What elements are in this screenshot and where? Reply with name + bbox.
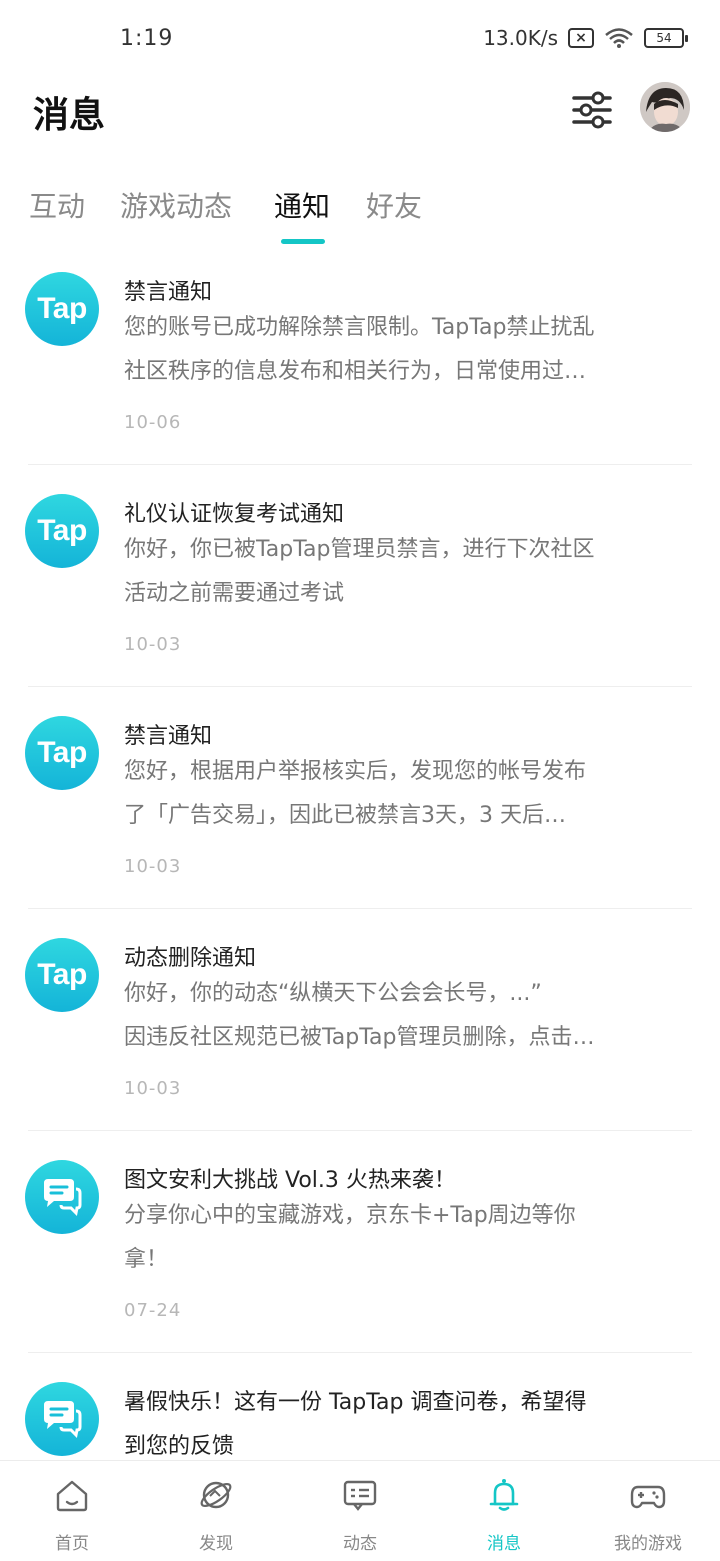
chat-bubble-icon bbox=[25, 1160, 99, 1234]
notification-title: 禁言通知 bbox=[124, 724, 213, 749]
chat-bubble-glyph bbox=[44, 1401, 82, 1439]
tap-logo-text: Tap bbox=[37, 514, 87, 547]
nav-home[interactable]: 首页 bbox=[12, 1461, 132, 1561]
notification-body-line: 你好，你的动态“纵横天下公会会长号，...” bbox=[124, 981, 542, 1006]
notification-body-line: 因违反社区规范已被TapTap管理员删除，点击… bbox=[124, 1025, 595, 1050]
chat-bubble-icon bbox=[25, 1382, 99, 1456]
divider bbox=[28, 686, 692, 687]
notification-body-line: 拿！ bbox=[124, 1247, 169, 1272]
notification-title: 暑假快乐！这有一份 TapTap 调查问卷，希望得 bbox=[124, 1390, 587, 1415]
divider bbox=[28, 464, 692, 465]
planet-icon bbox=[200, 1481, 232, 1509]
divider bbox=[28, 1130, 692, 1131]
nav-label: 发现 bbox=[199, 1534, 233, 1554]
page-title: 消息 bbox=[33, 95, 106, 136]
notification-date: 10-03 bbox=[124, 634, 182, 655]
nav-my-games[interactable]: 我的游戏 bbox=[588, 1461, 708, 1561]
list-item[interactable]: Tap 礼仪认证恢复考试通知 你好，你已被TapTap管理员禁言，进行下次社区 … bbox=[0, 468, 720, 690]
notification-title: 礼仪认证恢复考试通知 bbox=[124, 502, 345, 527]
header: 消息 bbox=[0, 80, 720, 140]
taptap-logo-icon: Tap bbox=[25, 494, 99, 568]
notification-body: 您好，根据用户举报核实后，发现您的帐号发布 了「广告交易」，因此已被禁言3天，3… bbox=[124, 750, 680, 838]
sim-blocked-icon: × bbox=[568, 28, 594, 48]
list-item[interactable]: 图文安利大挑战 Vol.3 火热来袭！ 分享你心中的宝藏游戏，京东卡+Tap周边… bbox=[0, 1134, 720, 1356]
notification-body-line: 社区秩序的信息发布和相关行为，日常使用过… bbox=[124, 359, 587, 384]
nav-label: 消息 bbox=[487, 1534, 521, 1554]
nav-discover[interactable]: 发现 bbox=[156, 1461, 276, 1561]
chat-bubble-glyph bbox=[44, 1179, 82, 1217]
gamepad-icon bbox=[630, 1485, 666, 1509]
home-icon bbox=[56, 1480, 88, 1512]
tab-game-updates[interactable]: 游戏动态 bbox=[120, 185, 232, 225]
notification-date: 10-03 bbox=[124, 1078, 182, 1099]
nav-feed[interactable]: 动态 bbox=[300, 1461, 420, 1561]
tab-active-indicator bbox=[281, 239, 325, 244]
tab-notifications[interactable]: 通知 bbox=[274, 185, 330, 225]
tab-friends[interactable]: 好友 bbox=[366, 185, 422, 225]
notification-body-line: 分享你心中的宝藏游戏，京东卡+Tap周边等你 bbox=[124, 1203, 576, 1228]
notification-date: 10-06 bbox=[124, 412, 182, 433]
notification-body: 你好，你的动态“纵横天下公会会长号，...” 因违反社区规范已被TapTap管理… bbox=[124, 972, 680, 1060]
taptap-logo-icon: Tap bbox=[25, 716, 99, 790]
taptap-logo-icon: Tap bbox=[25, 938, 99, 1012]
tab-bar: 互动 游戏动态 通知 好友 bbox=[0, 175, 720, 245]
nav-label: 动态 bbox=[343, 1534, 377, 1554]
notification-body-line: 了「广告交易」，因此已被禁言3天，3 天后… bbox=[124, 803, 566, 828]
avatar-image bbox=[640, 82, 690, 132]
divider bbox=[28, 908, 692, 909]
filter-sliders-icon[interactable] bbox=[570, 88, 614, 132]
notification-body: 您的账号已成功解除禁言限制。TapTap禁止扰乱 社区秩序的信息发布和相关行为，… bbox=[124, 306, 680, 394]
status-right-group: 13.0K/s × 54 bbox=[483, 26, 688, 50]
divider bbox=[28, 1352, 692, 1353]
tap-logo-text: Tap bbox=[37, 736, 87, 769]
list-item[interactable]: Tap 禁言通知 您的账号已成功解除禁言限制。TapTap禁止扰乱 社区秩序的信… bbox=[0, 246, 720, 468]
notification-title: 禁言通知 bbox=[124, 280, 213, 305]
status-bar: 1:19 13.0K/s × 54 bbox=[0, 0, 720, 80]
notification-date: 10-03 bbox=[124, 856, 182, 877]
tab-interaction[interactable]: 互动 bbox=[29, 185, 85, 225]
nav-label: 我的游戏 bbox=[614, 1534, 682, 1554]
list-item[interactable]: Tap 禁言通知 您好，根据用户举报核实后，发现您的帐号发布 了「广告交易」，因… bbox=[0, 690, 720, 912]
notification-body: 分享你心中的宝藏游戏，京东卡+Tap周边等你 拿！ bbox=[124, 1194, 680, 1282]
notification-title: 动态删除通知 bbox=[124, 946, 257, 971]
nav-messages[interactable]: 消息 bbox=[444, 1461, 564, 1561]
network-speed: 13.0K/s bbox=[483, 26, 558, 50]
notification-body: 你好，你已被TapTap管理员禁言，进行下次社区 活动之前需要通过考试 bbox=[124, 528, 680, 616]
notification-body-line: 你好，你已被TapTap管理员禁言，进行下次社区 bbox=[124, 537, 595, 562]
notification-title: 图文安利大挑战 Vol.3 火热来袭！ bbox=[124, 1168, 456, 1193]
bell-icon bbox=[489, 1479, 519, 1511]
tap-logo-text: Tap bbox=[37, 292, 87, 325]
notification-date: 07-24 bbox=[124, 1300, 182, 1321]
notification-body-line: 您好，根据用户举报核实后，发现您的帐号发布 bbox=[124, 759, 587, 784]
tap-logo-text: Tap bbox=[37, 958, 87, 991]
battery-level: 54 bbox=[656, 31, 672, 45]
bottom-nav: 首页 发现 动态 消息 我的游戏 bbox=[0, 1460, 720, 1561]
status-time: 1:19 bbox=[120, 26, 174, 51]
wifi-icon bbox=[605, 28, 633, 48]
list-item[interactable]: 暑假快乐！这有一份 TapTap 调查问卷，希望得 到您的反馈 bbox=[0, 1356, 720, 1460]
list-item[interactable]: Tap 动态删除通知 你好，你的动态“纵横天下公会会长号，...” 因违反社区规… bbox=[0, 912, 720, 1134]
notification-body-line: 活动之前需要通过考试 bbox=[124, 581, 345, 606]
notification-body-line: 您的账号已成功解除禁言限制。TapTap禁止扰乱 bbox=[124, 315, 595, 340]
battery-icon: 54 bbox=[644, 28, 688, 48]
avatar[interactable] bbox=[640, 82, 690, 132]
notification-title-continued: 到您的反馈 bbox=[124, 1434, 235, 1459]
feed-icon bbox=[343, 1480, 377, 1511]
nav-label: 首页 bbox=[55, 1534, 89, 1554]
taptap-logo-icon: Tap bbox=[25, 272, 99, 346]
